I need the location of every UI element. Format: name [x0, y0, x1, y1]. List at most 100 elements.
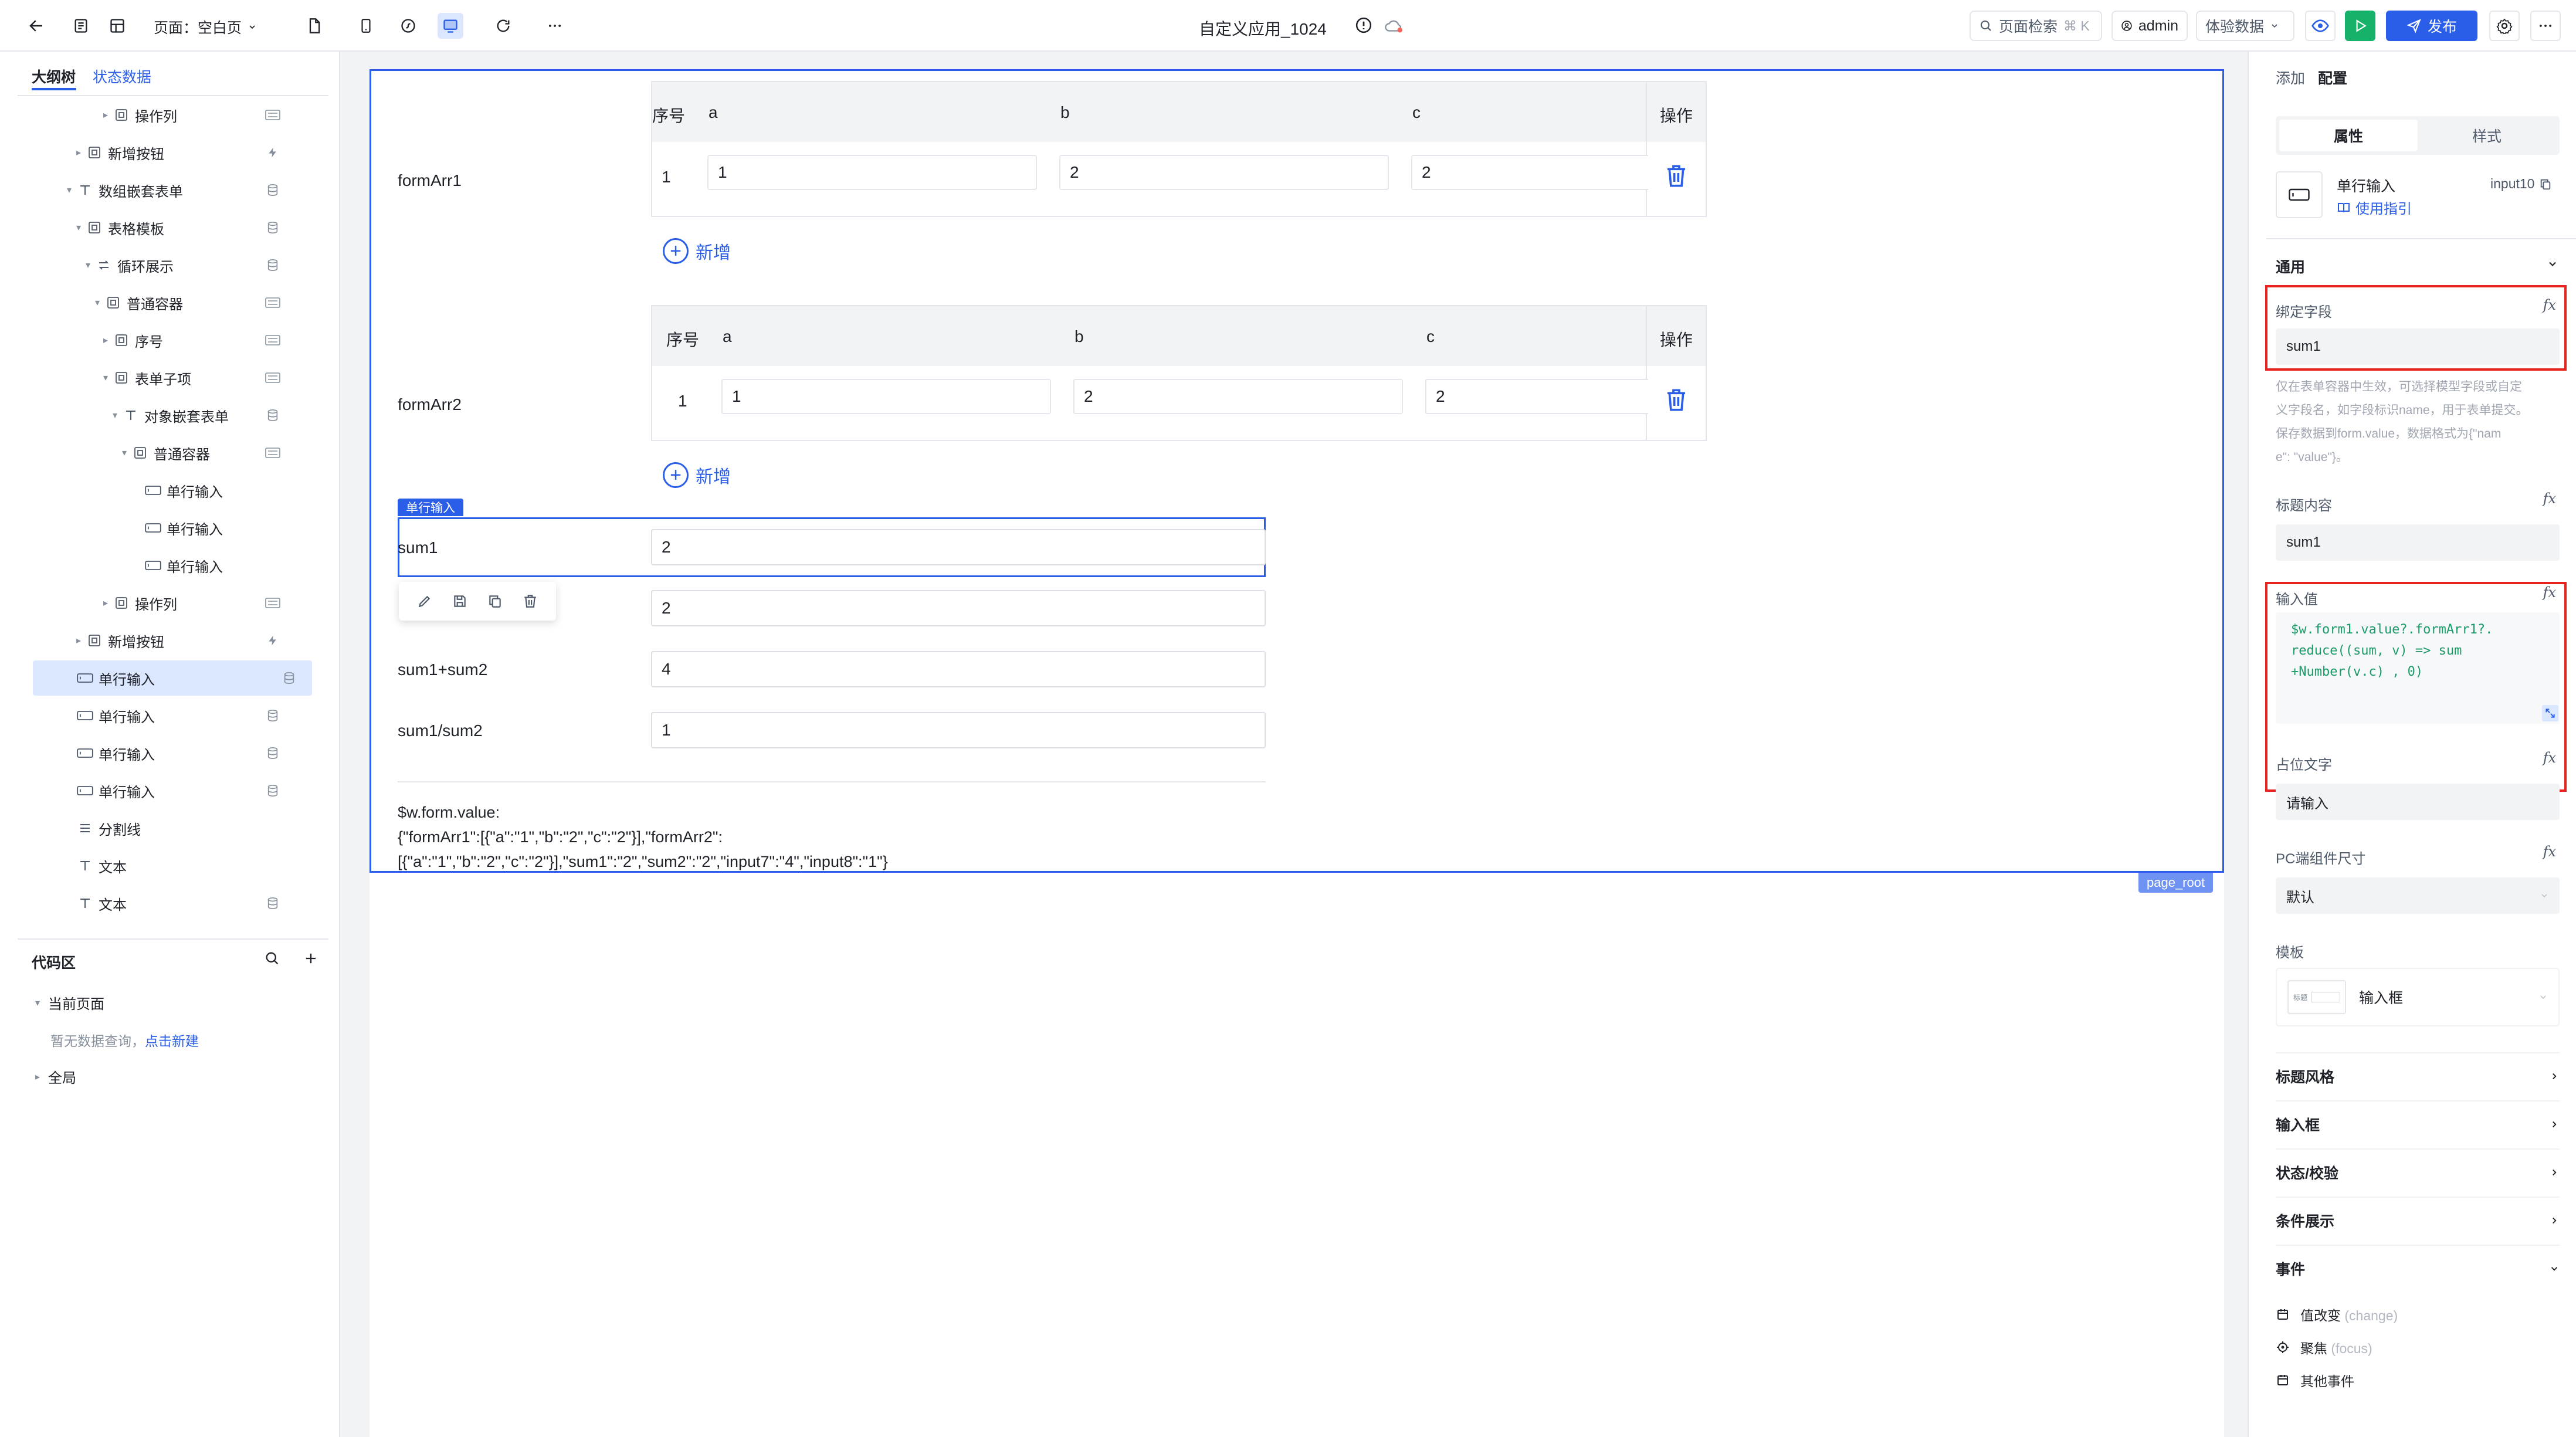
caret-down-icon[interactable]: ▾	[76, 222, 86, 233]
settings-button[interactable]	[2489, 11, 2520, 41]
tree-item-label: 表单子项	[135, 371, 191, 388]
pc-size-select[interactable]: 默认	[2276, 877, 2560, 914]
more-icon[interactable]	[542, 13, 568, 39]
caret-right-icon[interactable]: ▸	[103, 109, 113, 121]
info-icon[interactable]	[1355, 16, 1372, 34]
tree-item-text[interactable]: 文本	[0, 848, 328, 883]
tree-item-container[interactable]: ▾ 普通容器	[0, 435, 328, 470]
subtab-property[interactable]: 属性	[2279, 120, 2418, 151]
section-state-validation[interactable]: 状态/校验	[2276, 1148, 2560, 1195]
caret-down-icon[interactable]: ▾	[67, 184, 76, 196]
section-events[interactable]: 事件	[2276, 1245, 2560, 1292]
user-menu[interactable]: admin	[2111, 11, 2188, 41]
back-arrow-icon[interactable]	[23, 13, 49, 39]
tree-item-index[interactable]: ▸ 序号	[0, 323, 328, 358]
tree-item-single-input[interactable]: 单行输入	[0, 473, 328, 508]
page-selector-label: 页面：空白页	[154, 20, 242, 36]
desktop-preview-icon[interactable]	[438, 13, 463, 39]
caret-down-icon[interactable]: ▾	[103, 372, 113, 384]
caret-down-icon[interactable]: ▾	[86, 259, 95, 271]
general-section-title[interactable]: 通用	[2276, 256, 2305, 277]
code-current-page[interactable]: ▾ 当前页面	[35, 992, 104, 1013]
chevron-down-icon[interactable]	[2547, 258, 2558, 270]
caret-right-icon[interactable]: ▸	[76, 147, 86, 158]
more-menu-button[interactable]	[2530, 11, 2561, 41]
template-select[interactable]: 标题 输入框	[2276, 968, 2560, 1026]
publish-button[interactable]: 发布	[2386, 11, 2477, 41]
new-page-icon[interactable]	[301, 13, 327, 39]
caret-right-icon[interactable]: ▸	[76, 635, 86, 646]
event-change[interactable]: 值改变 (change)	[2276, 1304, 2398, 1324]
fx-icon[interactable]: fx	[2543, 843, 2556, 860]
outline-view-icon[interactable]	[68, 13, 94, 39]
preview-eye-button[interactable]	[2305, 11, 2336, 41]
tree-item-single-input[interactable]: 单行输入	[0, 773, 328, 808]
caret-down-icon[interactable]: ▾	[113, 409, 122, 421]
layout-view-icon[interactable]	[104, 13, 130, 39]
page-search-button[interactable]: 页面检索 ⌘ K	[1970, 11, 2102, 41]
input-component-icon	[76, 670, 94, 686]
section-conditional-display[interactable]: 条件展示	[2276, 1197, 2560, 1243]
usage-guide-link[interactable]: 使用指引	[2337, 197, 2412, 218]
event-other[interactable]: 其他事件	[2276, 1370, 2354, 1390]
code-add-icon[interactable]	[303, 950, 319, 967]
section-label: 条件展示	[2276, 1214, 2335, 1230]
code-search-icon[interactable]	[264, 950, 280, 967]
tree-item-single-input[interactable]: 单行输入	[0, 548, 328, 583]
fx-icon[interactable]: fx	[2543, 490, 2556, 507]
fx-icon[interactable]: fx	[2543, 584, 2556, 601]
code-empty-hint: 暂无数据查询，点击新建	[50, 1030, 199, 1050]
miniprogram-icon[interactable]	[395, 13, 421, 39]
fx-icon[interactable]: fx	[2543, 297, 2556, 313]
tree-item-single-input[interactable]: 单行输入	[0, 736, 328, 771]
subtab-style[interactable]: 样式	[2418, 120, 2556, 151]
tree-item-operation-column[interactable]: ▸ 操作列	[0, 97, 328, 133]
slot-icon	[264, 595, 282, 611]
tab-outline-tree[interactable]: 大纲树	[32, 66, 76, 87]
code-global[interactable]: ▸ 全局	[35, 1066, 76, 1087]
tree-item-add-button[interactable]: ▸ 新增按钮	[0, 135, 328, 170]
tab-add[interactable]: 添加	[2276, 67, 2305, 88]
bind-field-input[interactable]: sum1	[2276, 328, 2560, 365]
slot-icon	[264, 333, 282, 348]
tree-item-container[interactable]: ▾ 普通容器	[0, 285, 328, 320]
tab-config[interactable]: 配置	[2318, 67, 2347, 88]
caret-down-icon[interactable]: ▾	[122, 447, 131, 459]
experience-data-select[interactable]: 体验数据	[2196, 11, 2294, 41]
section-title-style[interactable]: 标题风格	[2276, 1052, 2560, 1099]
run-button[interactable]	[2345, 11, 2375, 41]
tree-item-divider[interactable]: 分割线	[0, 811, 328, 846]
caret-right-icon[interactable]: ▸	[103, 334, 113, 346]
tree-item-text[interactable]: 文本	[0, 886, 328, 921]
caret-down-icon[interactable]: ▾	[95, 297, 104, 309]
placeholder-input[interactable]: 请输入	[2276, 784, 2560, 820]
tree-item-table-template[interactable]: ▾ 表格模板	[0, 210, 328, 245]
tree-item-object-nested-form[interactable]: ▾ 对象嵌套表单	[0, 398, 328, 433]
tree-item-array-nested-form[interactable]: ▾ 数组嵌套表单	[0, 172, 328, 208]
fx-icon[interactable]: fx	[2543, 750, 2556, 766]
template-label: 模板	[2276, 945, 2304, 961]
tree-item-label: 文本	[99, 897, 127, 913]
caret-right-icon[interactable]: ▸	[103, 597, 113, 609]
title-content-input[interactable]: sum1	[2276, 524, 2560, 561]
tree-item-single-input-selected[interactable]: 单行输入	[33, 660, 312, 696]
tree-item-operation-column[interactable]: ▸ 操作列	[0, 585, 328, 621]
tree-item-add-button[interactable]: ▸ 新增按钮	[0, 623, 328, 658]
search-shortcut: ⌘ K	[2063, 18, 2090, 33]
expand-editor-icon[interactable]	[2542, 705, 2558, 721]
input-value-code-editor[interactable]: $w.form1.value?.formArr1?. reduce((sum, …	[2276, 612, 2560, 724]
event-hint: (focus)	[2331, 1341, 2372, 1356]
event-focus[interactable]: 聚焦 (focus)	[2276, 1337, 2372, 1357]
page-selector[interactable]: 页面：空白页	[154, 16, 257, 38]
tree-item-single-input[interactable]: 单行输入	[0, 510, 328, 545]
copy-icon[interactable]	[2539, 178, 2552, 191]
refresh-icon[interactable]	[490, 13, 516, 39]
page-search-label: 页面检索	[1999, 19, 2058, 35]
section-input-box[interactable]: 输入框	[2276, 1100, 2560, 1147]
tree-item-form-subitem[interactable]: ▾ 表单子项	[0, 360, 328, 395]
mobile-preview-icon[interactable]	[353, 13, 379, 39]
tree-item-loop-display[interactable]: ▾ 循环展示	[0, 248, 328, 283]
tab-state-data[interactable]: 状态数据	[93, 66, 151, 87]
create-query-link[interactable]: 点击新建	[145, 1033, 199, 1049]
tree-item-single-input[interactable]: 单行输入	[0, 698, 328, 733]
